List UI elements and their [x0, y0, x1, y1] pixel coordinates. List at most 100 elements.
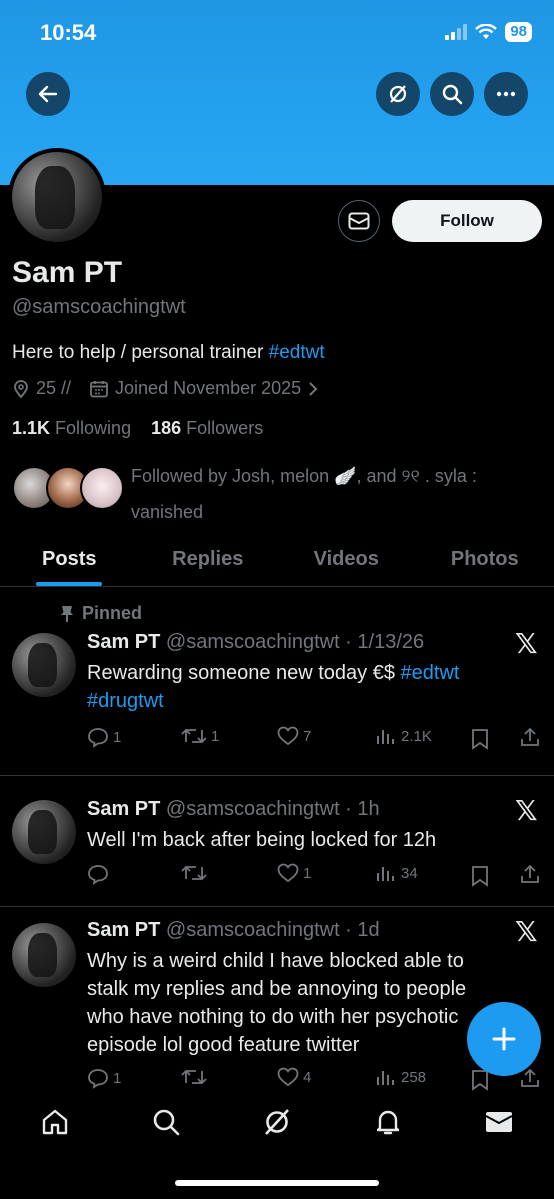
status-time: 10:54: [40, 20, 97, 45]
repost-icon: [181, 865, 207, 881]
calendar-icon: [90, 380, 108, 397]
messages-icon[interactable]: [484, 1107, 514, 1137]
profile-tabs: Posts Replies Videos Photos: [0, 532, 554, 587]
followers-link[interactable]: 186 Followers: [151, 418, 263, 438]
more-icon: [496, 91, 516, 97]
profile-meta: 25 // Joined November 2025: [12, 378, 319, 399]
post-meta: @samscoachingtwt · 1h: [165, 798, 380, 820]
profile-avatar[interactable]: [8, 148, 106, 246]
search-button[interactable]: [430, 72, 474, 116]
reply-icon: [88, 1069, 108, 1089]
battery-indicator: 98: [505, 22, 532, 42]
reply-button[interactable]: [87, 863, 113, 885]
reply-button[interactable]: 1: [87, 726, 121, 748]
follow-button[interactable]: Follow: [392, 200, 542, 242]
home-indicator: [175, 1180, 379, 1186]
bookmark-icon[interactable]: [471, 865, 489, 887]
post-item[interactable]: Sam PT @samscoachingtwt · 1h 𝕏 Well I'm …: [0, 776, 554, 907]
compose-button[interactable]: [467, 1002, 541, 1076]
profile-location: 25 //: [36, 378, 72, 398]
status-icons: 98: [445, 22, 532, 42]
x-logo-icon: 𝕏: [515, 794, 538, 827]
location-icon: [14, 379, 28, 398]
post-header: Sam PT @samscoachingtwt · 1d: [87, 919, 380, 942]
share-icon[interactable]: [519, 726, 541, 748]
pin-icon: [61, 605, 73, 622]
grok-button[interactable]: [376, 72, 420, 116]
tab-posts[interactable]: Posts: [0, 532, 139, 586]
heart-icon: [277, 1067, 299, 1087]
bell-icon[interactable]: [373, 1107, 403, 1137]
bottom-nav: [0, 1092, 554, 1152]
like-button[interactable]: 4: [277, 1067, 311, 1087]
views-button[interactable]: 258: [375, 1067, 426, 1087]
heart-icon: [277, 863, 299, 883]
post-author[interactable]: Sam PT: [87, 919, 160, 941]
views-icon: [377, 730, 394, 744]
profile-bio: Here to help / personal trainer #edtwt: [12, 342, 325, 364]
post-text: Rewarding someone new today €$ #edtwt #d…: [87, 662, 460, 712]
tab-photos[interactable]: Photos: [416, 532, 554, 586]
like-button[interactable]: 1: [277, 863, 311, 883]
pinned-label: Pinned: [60, 603, 142, 624]
post-meta: @samscoachingtwt · 1d: [165, 919, 380, 941]
plus-icon: [492, 1027, 516, 1051]
post-header: Sam PT @samscoachingtwt · 1/13/26: [87, 631, 424, 654]
followed-by-avatars[interactable]: [12, 466, 124, 512]
reply-icon: [88, 865, 108, 885]
repost-button[interactable]: 1: [181, 726, 219, 746]
post-author[interactable]: Sam PT: [87, 631, 160, 653]
arrow-left-icon: [38, 85, 58, 103]
wifi-icon: [475, 24, 498, 39]
bookmark-icon[interactable]: [471, 728, 489, 750]
profile-name: Sam PT: [12, 256, 123, 289]
x-logo-icon: 𝕏: [515, 915, 538, 948]
post-text: Why is a weird child I have blocked able…: [87, 950, 467, 1056]
bio-hashtag[interactable]: #edtwt: [269, 342, 325, 363]
home-icon[interactable]: [40, 1107, 70, 1137]
search-icon: [442, 84, 463, 105]
bookmark-icon[interactable]: [471, 1069, 489, 1091]
follow-counts: 1.1K Following 186 Followers: [12, 418, 263, 439]
views-icon: [377, 867, 394, 881]
post-meta: @samscoachingtwt · 1/13/26: [165, 631, 425, 653]
views-button[interactable]: 2.1K: [375, 726, 432, 746]
repost-icon: [181, 728, 207, 744]
heart-icon: [277, 726, 299, 746]
post-actions: 1 4 258: [87, 1067, 542, 1093]
post-avatar[interactable]: [12, 633, 76, 697]
tab-videos[interactable]: Videos: [277, 532, 416, 586]
post-avatar[interactable]: [12, 800, 76, 864]
post-item[interactable]: Pinned Sam PT @samscoachingtwt · 1/13/26…: [0, 587, 554, 776]
signal-icon: [445, 24, 468, 40]
envelope-icon: [348, 212, 370, 230]
views-icon: [377, 1071, 394, 1085]
profile-joined: Joined November 2025: [115, 378, 302, 398]
back-button[interactable]: [26, 72, 70, 116]
follower-avatar: [80, 466, 124, 510]
chevron-right-icon[interactable]: [307, 380, 319, 398]
reply-button[interactable]: 1: [87, 1067, 121, 1089]
reply-icon: [88, 728, 108, 748]
like-button[interactable]: 7: [277, 726, 311, 746]
repost-button[interactable]: [181, 1067, 211, 1087]
views-button[interactable]: 34: [375, 863, 418, 883]
post-avatar[interactable]: [12, 923, 76, 987]
post-item[interactable]: Sam PT @samscoachingtwt · 1d 𝕏 Why is a …: [0, 907, 554, 1097]
message-button[interactable]: [338, 200, 380, 242]
following-link[interactable]: 1.1K Following: [12, 418, 131, 438]
post-text: Well I'm back after being locked for 12h: [87, 829, 437, 851]
grok-icon[interactable]: [262, 1107, 292, 1137]
repost-button[interactable]: [181, 863, 211, 883]
followed-by-text[interactable]: Followed by Josh, melon 🪽, and ୨୧ . syla…: [131, 458, 541, 530]
search-icon[interactable]: [151, 1107, 181, 1137]
share-icon[interactable]: [519, 863, 541, 885]
grok-icon: [389, 85, 407, 103]
repost-icon: [181, 1069, 207, 1085]
x-logo-icon: 𝕏: [515, 627, 538, 660]
post-author[interactable]: Sam PT: [87, 798, 160, 820]
more-button[interactable]: [484, 72, 528, 116]
post-header: Sam PT @samscoachingtwt · 1h: [87, 798, 380, 821]
post-actions: 1 34: [87, 863, 542, 889]
tab-replies[interactable]: Replies: [139, 532, 278, 586]
